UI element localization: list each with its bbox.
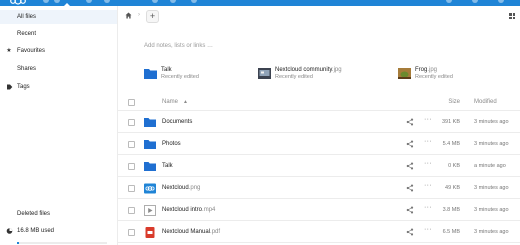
table-row[interactable]: Documents ··· 391 KB 3 minutes ago xyxy=(118,112,520,133)
file-modified: 3 minutes ago xyxy=(474,207,509,213)
quota-label: 16.8 MB used xyxy=(17,228,55,234)
file-size: 49 KB xyxy=(445,185,460,191)
sidebar: All files Recent ★ Favourites Shares Tag… xyxy=(0,6,118,245)
recent-file-name: Talk xyxy=(161,67,172,73)
file-size: 6.5 MB xyxy=(442,229,460,235)
grid-view-toggle-icon[interactable] xyxy=(509,13,515,19)
sidebar-item-label: Recent xyxy=(17,31,37,37)
file-modified: 3 minutes ago xyxy=(474,185,509,191)
quota-progress-fill xyxy=(17,242,19,244)
row-checkbox[interactable] xyxy=(128,207,135,214)
photos-app-icon[interactable] xyxy=(86,0,92,3)
sidebar-item-label: Favourites xyxy=(17,48,46,54)
select-all-checkbox[interactable] xyxy=(128,99,135,106)
notes-input[interactable]: Add notes, lists or links … xyxy=(144,43,213,49)
share-icon[interactable] xyxy=(406,206,414,214)
sidebar-item-all-files[interactable]: All files xyxy=(0,10,117,24)
table-row[interactable]: Nextcloud Manual.pdf ··· 6.5 MB 3 minute… xyxy=(118,222,520,243)
talk-app-icon[interactable] xyxy=(152,0,158,3)
breadcrumb-separator-icon: › xyxy=(138,12,140,18)
sidebar-item-label: All files xyxy=(17,14,37,20)
recent-file-name: Nextcloud community.jpg xyxy=(275,67,342,73)
sort-ascending-icon[interactable]: ▲ xyxy=(183,99,188,105)
quota-progress-bar xyxy=(17,242,107,244)
file-name[interactable]: Nextcloud.png xyxy=(162,185,200,191)
sidebar-item-label: Shares xyxy=(17,66,37,72)
home-icon[interactable] xyxy=(125,12,132,21)
row-checkbox[interactable] xyxy=(128,229,135,236)
video-file-icon xyxy=(144,205,156,216)
sidebar-item-shares[interactable]: Shares xyxy=(0,62,117,76)
notifications-icon[interactable] xyxy=(472,0,478,3)
row-checkbox[interactable] xyxy=(128,119,135,126)
file-size: 391 KB xyxy=(441,119,460,125)
column-header-size[interactable]: Size xyxy=(430,99,460,105)
share-icon[interactable] xyxy=(406,184,414,192)
file-modified: 3 minutes ago xyxy=(474,119,509,125)
sidebar-item-label: Deleted files xyxy=(17,211,51,217)
recent-file-subtitle: Recently edited xyxy=(161,74,199,80)
recent-file-subtitle: Recently edited xyxy=(415,74,453,80)
table-row[interactable]: Photos ··· 5.4 MB 3 minutes ago xyxy=(118,134,520,155)
avatar[interactable] xyxy=(498,0,504,3)
row-checkbox[interactable] xyxy=(128,163,135,170)
share-icon[interactable] xyxy=(406,140,414,148)
share-icon[interactable] xyxy=(406,162,414,170)
table-row[interactable]: Nextcloud.png ··· 49 KB 3 minutes ago xyxy=(118,178,520,199)
file-size: 3.8 MB xyxy=(442,207,460,213)
file-name[interactable]: Talk xyxy=(162,163,173,169)
folder-icon xyxy=(144,68,157,79)
file-modified: 3 minutes ago xyxy=(474,229,509,235)
sidebar-item-label: Tags xyxy=(17,84,30,90)
image-thumbnail-icon xyxy=(144,183,156,194)
search-icon[interactable] xyxy=(446,0,452,3)
folder-icon xyxy=(144,161,156,172)
contacts-app-icon[interactable] xyxy=(191,0,197,3)
pdf-file-icon xyxy=(144,227,156,238)
main-content: › + Add notes, lists or links … Talk Rec… xyxy=(118,6,520,245)
table-row[interactable]: Nextcloud intro.mp4 ··· 3.8 MB 3 minutes… xyxy=(118,200,520,221)
image-thumbnail-icon xyxy=(398,68,411,79)
pie-chart-icon xyxy=(5,224,13,238)
column-header-name[interactable]: Name xyxy=(162,99,178,105)
folder-icon xyxy=(144,117,156,128)
mail-app-icon[interactable] xyxy=(170,0,176,3)
image-thumbnail-icon xyxy=(258,68,271,79)
activity-app-icon[interactable] xyxy=(104,0,110,3)
file-modified: a minute ago xyxy=(474,163,506,169)
new-file-button[interactable]: + xyxy=(146,10,159,23)
sidebar-item-deleted-files[interactable]: Deleted files xyxy=(0,207,117,221)
folder-icon xyxy=(144,139,156,150)
file-size: 0 KB xyxy=(448,163,460,169)
sidebar-item-tags[interactable]: Tags xyxy=(0,80,117,94)
row-checkbox[interactable] xyxy=(128,141,135,148)
star-icon: ★ xyxy=(6,48,12,54)
recent-file-name: Frog.jpg xyxy=(415,67,438,73)
file-name[interactable]: Photos xyxy=(162,141,181,147)
sidebar-item-favourites[interactable]: ★ Favourites xyxy=(0,44,117,58)
file-size: 5.4 MB xyxy=(442,141,460,147)
column-header-modified[interactable]: Modified xyxy=(474,99,497,105)
file-table-header: Name ▲ Size Modified xyxy=(118,94,520,111)
files-app-icon[interactable] xyxy=(54,0,60,3)
sidebar-item-recent[interactable]: Recent xyxy=(0,27,117,41)
share-icon[interactable] xyxy=(406,118,414,126)
share-icon[interactable] xyxy=(406,228,414,236)
recent-file-subtitle: Recently edited xyxy=(275,74,313,80)
file-name[interactable]: Nextcloud Manual.pdf xyxy=(162,229,220,235)
storage-quota[interactable]: 16.8 MB used xyxy=(0,224,117,238)
table-row[interactable]: Talk ··· 0 KB a minute ago xyxy=(118,156,520,177)
row-checkbox[interactable] xyxy=(128,185,135,192)
tag-icon xyxy=(5,80,13,94)
file-name[interactable]: Documents xyxy=(162,119,192,125)
dashboard-app-icon[interactable] xyxy=(43,0,49,3)
file-name[interactable]: Nextcloud intro.mp4 xyxy=(162,207,215,213)
file-modified: 3 minutes ago xyxy=(474,141,509,147)
nextcloud-logo-icon[interactable] xyxy=(9,0,27,5)
